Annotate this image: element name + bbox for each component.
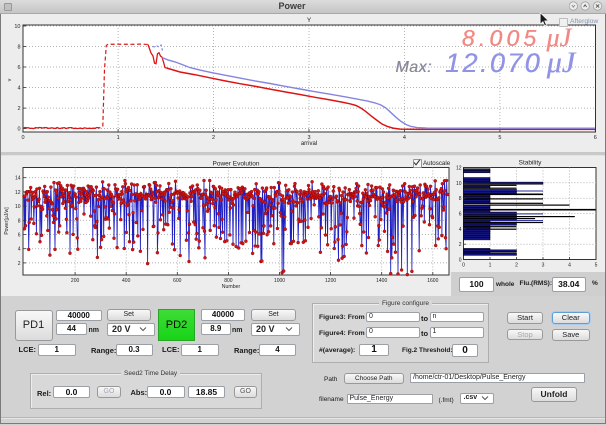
svg-text:14: 14 [15,176,21,182]
svg-text:0: 0 [17,127,20,133]
svg-text:Power[μJ/w]: Power[μJ/w] [4,207,10,235]
svg-text:10: 10 [14,24,20,30]
svg-text:8: 8 [18,218,21,224]
svg-text:6: 6 [594,135,597,141]
svg-text:12: 12 [456,166,462,172]
svg-text:400: 400 [122,278,131,284]
svg-text:6: 6 [459,212,462,218]
svg-text:arrival: arrival [301,141,317,147]
svg-text:Stability: Stability [519,160,543,167]
svg-text:0: 0 [462,263,465,269]
svg-text:2: 2 [18,261,21,267]
svg-text:2: 2 [212,135,215,141]
svg-text:8: 8 [17,45,20,51]
svg-text:2: 2 [459,242,462,248]
svg-text:2: 2 [17,106,20,112]
svg-text:2: 2 [515,263,518,269]
svg-text:5: 5 [595,263,598,269]
svg-text:4: 4 [403,135,406,141]
svg-text:1200: 1200 [325,278,336,284]
svg-text:8: 8 [459,196,462,202]
svg-text:6: 6 [17,65,20,71]
svg-text:10: 10 [15,204,21,210]
svg-text:4: 4 [18,247,21,253]
svg-text:1400: 1400 [376,278,387,284]
svg-text:5: 5 [498,135,501,141]
svg-text:3: 3 [542,263,545,269]
svg-text:0: 0 [21,135,24,141]
svg-text:1000: 1000 [274,278,285,284]
svg-text:4: 4 [17,86,20,92]
svg-text:Power Evolution: Power Evolution [213,161,260,168]
svg-text:200: 200 [71,278,80,284]
svg-text:1: 1 [117,135,120,141]
svg-text:4: 4 [459,227,462,233]
svg-text:10: 10 [456,181,462,187]
svg-text:12: 12 [15,190,21,196]
svg-text:1600: 1600 [427,278,438,284]
svg-text:600: 600 [173,278,182,284]
svg-text:v: v [7,78,13,81]
svg-text:1: 1 [489,263,492,269]
svg-text:Y: Y [307,17,312,24]
svg-text:Number: Number [222,284,241,290]
svg-text:6: 6 [18,233,21,239]
svg-text:4: 4 [568,263,571,269]
